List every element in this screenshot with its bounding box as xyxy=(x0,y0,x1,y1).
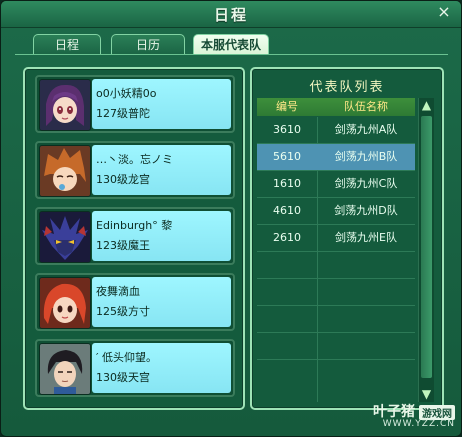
member-info: ′ 低头仰望。 130级天宫 xyxy=(92,343,231,393)
empty-row xyxy=(257,252,415,279)
header-id: 编号 xyxy=(276,100,298,113)
title-bar[interactable]: 日程 × xyxy=(1,1,461,28)
member-name: 夜舞滴血 xyxy=(96,285,140,298)
team-name: 剑荡九州C队 xyxy=(334,177,398,190)
team-id: 3610 xyxy=(273,123,301,136)
member-info: o0小妖精0o 127级普陀 xyxy=(92,79,231,129)
close-icon[interactable]: × xyxy=(435,3,453,21)
empty-row xyxy=(257,306,415,333)
member-card[interactable]: ′ 低头仰望。 130级天宫 xyxy=(35,339,235,397)
empty-row xyxy=(257,333,415,360)
empty-row xyxy=(257,360,415,386)
team-list-panel: 代表队列表 编号 队伍名称 3610 剑荡九州A队 5610 剑荡九州B队 16… xyxy=(250,67,444,410)
member-panel: o0小妖精0o 127级普陀 …丶淡。忘ノミ 130级龙宫 Edinburgh°… xyxy=(23,67,245,410)
tab-server-team[interactable]: 本服代表队 xyxy=(193,34,269,55)
demon-king-avatar xyxy=(39,211,91,263)
tab-schedule[interactable]: 日程 xyxy=(33,34,101,55)
purple-haired-girl-avatar xyxy=(39,79,91,131)
member-card[interactable]: …丶淡。忘ノミ 130级龙宫 xyxy=(35,141,235,199)
member-level: 125级方寸 xyxy=(96,305,150,318)
team-name: 剑荡九州E队 xyxy=(335,231,397,244)
member-level: 130级龙宫 xyxy=(96,173,150,186)
dark-haired-youth-avatar xyxy=(39,343,91,395)
team-id: 1610 xyxy=(273,177,301,190)
scroll-thumb[interactable] xyxy=(421,116,432,378)
team-name: 剑荡九州B队 xyxy=(334,150,398,163)
header-team-name: 队伍名称 xyxy=(344,100,388,113)
team-id: 2610 xyxy=(273,231,301,244)
red-haired-girl-avatar xyxy=(39,277,91,329)
tab-divider xyxy=(15,54,448,55)
team-list-header: 编号 队伍名称 xyxy=(257,98,415,116)
schedule-window: 日程 × 日程 日历 本服代表队 o0小妖精0o 127级普陀 …丶淡。忘ノミ … xyxy=(0,0,462,437)
table-row[interactable]: 3610 剑荡九州A队 xyxy=(257,117,415,144)
team-name: 剑荡九州D队 xyxy=(334,204,398,217)
scroll-up-icon[interactable]: ▲ xyxy=(420,99,433,112)
window-title: 日程 xyxy=(213,6,248,24)
table-row[interactable]: 1610 剑荡九州C队 xyxy=(257,171,415,198)
orange-haired-boy-avatar xyxy=(39,145,91,197)
team-id: 5610 xyxy=(273,150,301,163)
watermark: 叶子猪 游戏网 WWW.YZZ.CN xyxy=(373,401,455,429)
team-id: 4610 xyxy=(273,204,301,217)
empty-row xyxy=(257,279,415,306)
member-info: 夜舞滴血 125级方寸 xyxy=(92,277,231,327)
member-level: 123级魔王 xyxy=(96,239,150,252)
tab-calendar[interactable]: 日历 xyxy=(111,34,185,55)
watermark-main: 叶子猪 xyxy=(373,404,415,420)
member-name: ′ 低头仰望。 xyxy=(96,351,157,364)
member-name: Edinburgh° 黎 xyxy=(96,219,173,232)
table-row[interactable]: 4610 剑荡九州D队 xyxy=(257,198,415,225)
member-name: …丶淡。忘ノミ xyxy=(96,153,173,166)
table-row[interactable]: 2610 剑荡九州E队 xyxy=(257,225,415,252)
member-card[interactable]: 夜舞滴血 125级方寸 xyxy=(35,273,235,331)
watermark-tag: 游戏网 xyxy=(419,404,455,420)
scroll-down-icon[interactable]: ▼ xyxy=(420,388,433,401)
scrollbar[interactable]: ▲ ▼ xyxy=(418,98,434,402)
member-level: 130级天宫 xyxy=(96,371,150,384)
table-row-selected[interactable]: 5610 剑荡九州B队 xyxy=(257,144,415,171)
member-level: 127级普陀 xyxy=(96,107,150,120)
member-card[interactable]: Edinburgh° 黎 123级魔王 xyxy=(35,207,235,265)
member-card[interactable]: o0小妖精0o 127级普陀 xyxy=(35,75,235,133)
member-info: Edinburgh° 黎 123级魔王 xyxy=(92,211,231,261)
watermark-url: WWW.YZZ.CN xyxy=(382,419,455,429)
member-info: …丶淡。忘ノミ 130级龙宫 xyxy=(92,145,231,195)
member-name: o0小妖精0o xyxy=(96,87,157,100)
team-name: 剑荡九州A队 xyxy=(334,123,398,136)
team-list-title: 代表队列表 xyxy=(309,80,385,95)
